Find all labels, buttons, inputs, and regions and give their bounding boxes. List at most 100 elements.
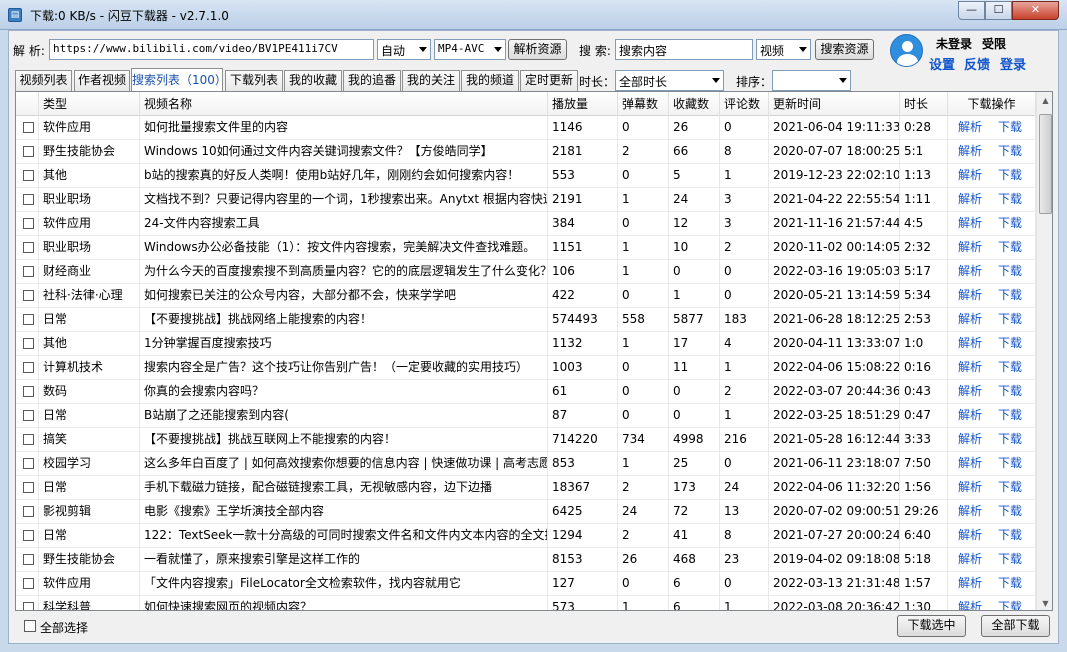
scroll-thumb[interactable]	[1039, 114, 1052, 214]
feedback-link[interactable]: 反馈	[964, 54, 990, 73]
header-duration[interactable]: 时长	[900, 92, 948, 116]
table-row[interactable]: 日常 手机下载磁力链接，配合磁链搜索工具，无视敏感内容，边下边播 18367 2 173…	[16, 476, 1036, 500]
table-row[interactable]: 软件应用 24-文件内容搜索工具 384 0 12 3 2021-11-16 21:57:4…	[16, 212, 1036, 236]
download-link[interactable]: 下载	[998, 288, 1022, 302]
table-row[interactable]: 搞笑 【不要搜挑战】挑战互联网上不能搜索的内容！ 714220 734 4998 216 2…	[16, 428, 1036, 452]
row-checkbox[interactable]	[23, 290, 34, 301]
download-link[interactable]: 下载	[998, 408, 1022, 422]
download-link[interactable]: 下载	[998, 360, 1022, 374]
row-checkbox[interactable]	[23, 482, 34, 493]
table-row[interactable]: 职业职场 文档找不到？只要记得内容里的一个词，1秒搜索出来。Anytxt 根据内容…	[16, 188, 1036, 212]
parse-link[interactable]: 解析	[958, 480, 982, 494]
download-link[interactable]: 下载	[998, 120, 1022, 134]
duration-select[interactable]: 全部时长	[615, 70, 724, 91]
table-row[interactable]: 日常 122：TextSeek一款十分高级的可同时搜索文件名和文件内文本内容的全文…	[16, 524, 1036, 548]
download-link[interactable]: 下载	[998, 264, 1022, 278]
minimize-button[interactable]: —	[958, 1, 985, 20]
download-link[interactable]: 下载	[998, 528, 1022, 542]
header-views[interactable]: 播放量	[548, 92, 618, 116]
table-row[interactable]: 影视剪辑 电影《搜索》王学圻演技全部内容 6425 24 72 13 2020-07-02 …	[16, 500, 1036, 524]
download-link[interactable]: 下载	[998, 480, 1022, 494]
download-link[interactable]: 下载	[998, 432, 1022, 446]
table-row[interactable]: 其他 1分钟掌握百度搜索技巧 1132 1 17 4 2020-04-11 13:33:07…	[16, 332, 1036, 356]
table-row[interactable]: 社科·法律·心理 如何搜索已关注的公众号内容，大部分都不会，快来学学吧 422 0 1 0…	[16, 284, 1036, 308]
tab-download-list[interactable]: 下载列表	[225, 70, 283, 91]
download-link[interactable]: 下载	[998, 168, 1022, 182]
table-row[interactable]: 校园学习 这么多年白百度了 | 如何高效搜索你想要的信息内容 | 快速做功课 | …	[16, 452, 1036, 476]
close-button[interactable]: ✕	[1012, 1, 1059, 20]
tab-followed-anime[interactable]: 我的追番	[343, 70, 401, 91]
maximize-button[interactable]: ☐	[985, 1, 1012, 20]
sort-select[interactable]	[772, 70, 851, 91]
table-row[interactable]: 计算机技术 搜索内容全是广告？这个技巧让你告别广告！（一定要收藏的实用技巧） 100…	[16, 356, 1036, 380]
header-type[interactable]: 类型	[39, 92, 140, 116]
table-row[interactable]: 数码 你真的会搜索内容吗？ 61 0 0 2 2022-03-07 20:44:36 0:43…	[16, 380, 1036, 404]
row-checkbox[interactable]	[23, 146, 34, 157]
row-checkbox[interactable]	[23, 458, 34, 469]
table-row[interactable]: 其他 b站的搜索真的好反人类啊！使用b站好几年，刚刚约会如何搜索内容！ 553 0 5 1…	[16, 164, 1036, 188]
row-checkbox[interactable]	[23, 530, 34, 541]
quality-select[interactable]: 自动	[377, 39, 431, 60]
row-checkbox[interactable]	[23, 578, 34, 589]
download-link[interactable]: 下载	[998, 216, 1022, 230]
search-input[interactable]: 搜索内容	[615, 39, 753, 60]
tab-channels[interactable]: 我的频道	[461, 70, 519, 91]
table-row[interactable]: 软件应用 「文件内容搜索」FileLocator全文检索软件，找内容就用它 127 0…	[16, 572, 1036, 596]
parse-link[interactable]: 解析	[958, 528, 982, 542]
header-danmaku[interactable]: 弹幕数	[618, 92, 669, 116]
row-checkbox[interactable]	[23, 266, 34, 277]
select-all-label[interactable]: 全部选择	[40, 619, 88, 636]
parse-link[interactable]: 解析	[958, 504, 982, 518]
table-row[interactable]: 野生技能协会 一看就懂了，原来搜索引擎是这样工作的 8153 26 468 23 2019-…	[16, 548, 1036, 572]
parse-link[interactable]: 解析	[958, 288, 982, 302]
row-checkbox[interactable]	[23, 410, 34, 421]
url-input[interactable]: https://www.bilibili.com/video/BV1PE411i…	[49, 39, 374, 60]
search-type-select[interactable]: 视频	[756, 39, 811, 60]
vertical-scrollbar[interactable]: ▲ ▼	[1036, 92, 1052, 610]
row-checkbox[interactable]	[23, 218, 34, 229]
table-row[interactable]: 职业职场 Windows办公必备技能（1）：按文件内容搜索，完美解决文件查找难题。…	[16, 236, 1036, 260]
tab-favorites[interactable]: 我的收藏	[284, 70, 342, 91]
format-select[interactable]: MP4-AVC	[434, 39, 506, 60]
parse-link[interactable]: 解析	[958, 264, 982, 278]
parse-link[interactable]: 解析	[958, 168, 982, 182]
row-checkbox[interactable]	[23, 242, 34, 253]
parse-link[interactable]: 解析	[958, 456, 982, 470]
row-checkbox[interactable]	[23, 386, 34, 397]
download-link[interactable]: 下载	[998, 456, 1022, 470]
download-link[interactable]: 下载	[998, 192, 1022, 206]
settings-link[interactable]: 设置	[929, 54, 955, 73]
parse-link[interactable]: 解析	[958, 600, 982, 610]
row-checkbox[interactable]	[23, 506, 34, 517]
row-checkbox[interactable]	[23, 362, 34, 373]
download-link[interactable]: 下载	[998, 336, 1022, 350]
tab-following[interactable]: 我的关注	[402, 70, 460, 91]
download-all-button[interactable]: 全部下载	[981, 615, 1050, 637]
scroll-up-icon[interactable]: ▲	[1037, 92, 1052, 109]
parse-link[interactable]: 解析	[958, 312, 982, 326]
row-checkbox[interactable]	[23, 602, 34, 610]
avatar[interactable]	[890, 34, 923, 67]
parse-link[interactable]: 解析	[958, 408, 982, 422]
tab-video-list[interactable]: 视频列表	[15, 70, 72, 91]
table-row[interactable]: 野生技能协会 Windows 10如何通过文件内容关键词搜索文件？【方俊皓同学】 2…	[16, 140, 1036, 164]
header-title[interactable]: 视频名称	[140, 92, 548, 116]
download-link[interactable]: 下载	[998, 312, 1022, 326]
row-checkbox[interactable]	[23, 194, 34, 205]
row-checkbox[interactable]	[23, 434, 34, 445]
search-button[interactable]: 搜索资源	[815, 39, 874, 60]
table-row[interactable]: 日常 B站崩了之还能搜索到内容(87 0 0 1 2022-03-25 18:51:29 0…	[16, 404, 1036, 428]
parse-link[interactable]: 解析	[958, 432, 982, 446]
parse-link[interactable]: 解析	[958, 144, 982, 158]
download-link[interactable]: 下载	[998, 552, 1022, 566]
download-selected-button[interactable]: 下载选中	[897, 615, 966, 637]
header-favorites[interactable]: 收藏数	[669, 92, 720, 116]
download-link[interactable]: 下载	[998, 144, 1022, 158]
parse-button[interactable]: 解析资源	[508, 39, 567, 60]
parse-link[interactable]: 解析	[958, 360, 982, 374]
row-checkbox[interactable]	[23, 314, 34, 325]
tab-author-videos[interactable]: 作者视频	[74, 70, 130, 91]
table-row[interactable]: 软件应用 如何批量搜索文件里的内容 1146 0 26 0 2021-06-04 19:11…	[16, 116, 1036, 140]
parse-link[interactable]: 解析	[958, 336, 982, 350]
header-comments[interactable]: 评论数	[720, 92, 769, 116]
